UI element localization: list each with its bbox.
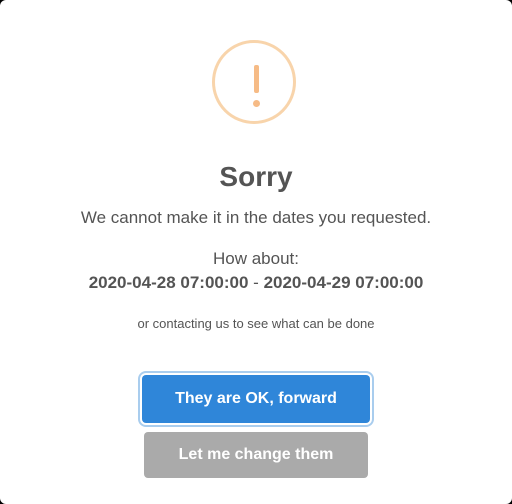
contact-text: or contacting us to see what can be done bbox=[137, 316, 375, 331]
warning-icon bbox=[212, 40, 296, 124]
dialog-title: Sorry bbox=[219, 161, 293, 192]
suggestion-label: How about: bbox=[213, 249, 299, 268]
suggested-end-date: 2020-04-29 07:00:00 bbox=[263, 273, 424, 292]
exclamation-bar bbox=[254, 65, 259, 93]
alert-dialog: Sorry We cannot make it in the dates you… bbox=[0, 0, 512, 504]
dialog-message: We cannot make it in the dates you reque… bbox=[80, 208, 432, 227]
confirm-button[interactable]: They are OK, forward bbox=[142, 375, 370, 423]
suggested-start-date: 2020-04-28 07:00:00 bbox=[88, 273, 249, 292]
change-dates-button[interactable]: Let me change them bbox=[144, 432, 368, 478]
exclamation-dot bbox=[253, 100, 260, 107]
suggested-dates: 2020-04-28 07:00:00 - 2020-04-29 07:00:0… bbox=[0, 271, 512, 295]
date-separator: - bbox=[253, 273, 259, 292]
